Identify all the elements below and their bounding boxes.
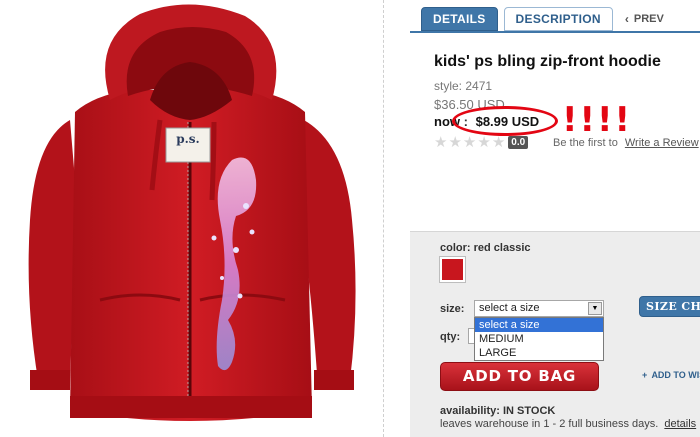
tab-description[interactable]: DESCRIPTION bbox=[503, 7, 613, 31]
product-style: style: 2471 bbox=[434, 79, 493, 93]
color-label-text: color: bbox=[440, 242, 471, 254]
dashed-divider bbox=[383, 0, 384, 437]
prev-link[interactable]: ‹ PREV bbox=[625, 7, 664, 31]
size-option[interactable]: select a size bbox=[475, 318, 603, 332]
size-selected-value: select a size bbox=[479, 302, 540, 314]
availability-status: availability: IN STOCK bbox=[440, 405, 555, 417]
detail-tabs: DETAILS DESCRIPTION ‹ PREV bbox=[421, 7, 664, 31]
brand-label-text: p.s. bbox=[176, 132, 200, 146]
size-select[interactable]: select a size ▼ bbox=[474, 300, 604, 317]
review-prompt: Be the first to Write a Review bbox=[553, 137, 699, 149]
size-dropdown-list: select a size MEDIUM LARGE bbox=[474, 317, 604, 361]
size-label: size: bbox=[440, 303, 465, 315]
color-value: red classic bbox=[473, 242, 531, 254]
star-icon: ★ bbox=[462, 134, 477, 151]
size-chart-button[interactable]: SIZE CHART bbox=[639, 296, 700, 317]
price-highlight-circle bbox=[452, 106, 558, 136]
plus-icon: + bbox=[642, 370, 648, 380]
chevron-left-icon: ‹ bbox=[624, 12, 629, 26]
add-to-bag-button[interactable]: ADD TO BAG bbox=[440, 362, 599, 391]
size-option[interactable]: LARGE bbox=[475, 346, 603, 360]
color-label: color: red classic bbox=[440, 242, 531, 254]
star-icon: ★ bbox=[491, 134, 506, 151]
star-icon: ★ bbox=[448, 134, 462, 151]
star-icon: ★ bbox=[477, 134, 491, 151]
tab-details[interactable]: DETAILS bbox=[421, 7, 498, 31]
availability-value: IN STOCK bbox=[502, 405, 556, 417]
review-prompt-text: Be the first to bbox=[553, 137, 618, 149]
rating-value-badge: 0.0 bbox=[508, 136, 529, 149]
product-image[interactable]: p.s. bbox=[0, 0, 380, 437]
product-title: kids' ps bling zip-front hoodie bbox=[434, 53, 661, 70]
star-icon: ★ bbox=[434, 134, 448, 151]
tabs-underline bbox=[410, 31, 700, 33]
shipping-text: leaves warehouse in 1 - 2 full business … bbox=[440, 418, 659, 430]
details-link[interactable]: details bbox=[664, 418, 696, 430]
prev-label: PREV bbox=[633, 13, 664, 25]
add-to-wishlist-link[interactable]: + ADD TO WISHLIST bbox=[642, 370, 700, 380]
qty-label: qty: bbox=[440, 331, 461, 343]
size-option[interactable]: MEDIUM bbox=[475, 332, 603, 346]
availability-label: availability: bbox=[440, 405, 500, 417]
write-review-link[interactable]: Write a Review bbox=[625, 137, 699, 149]
hoodie-illustration bbox=[28, 4, 356, 421]
add-to-wishlist-label: ADD TO WISHLIST bbox=[651, 370, 700, 380]
chevron-down-icon[interactable]: ▼ bbox=[588, 302, 602, 315]
exclamation-annotation: !!!! bbox=[562, 100, 633, 140]
color-swatch-red-classic[interactable] bbox=[439, 256, 466, 283]
shipping-info: leaves warehouse in 1 - 2 full business … bbox=[440, 418, 696, 430]
rating-stars: ★ ★ ★ ★ ★ 0.0 bbox=[434, 134, 529, 151]
